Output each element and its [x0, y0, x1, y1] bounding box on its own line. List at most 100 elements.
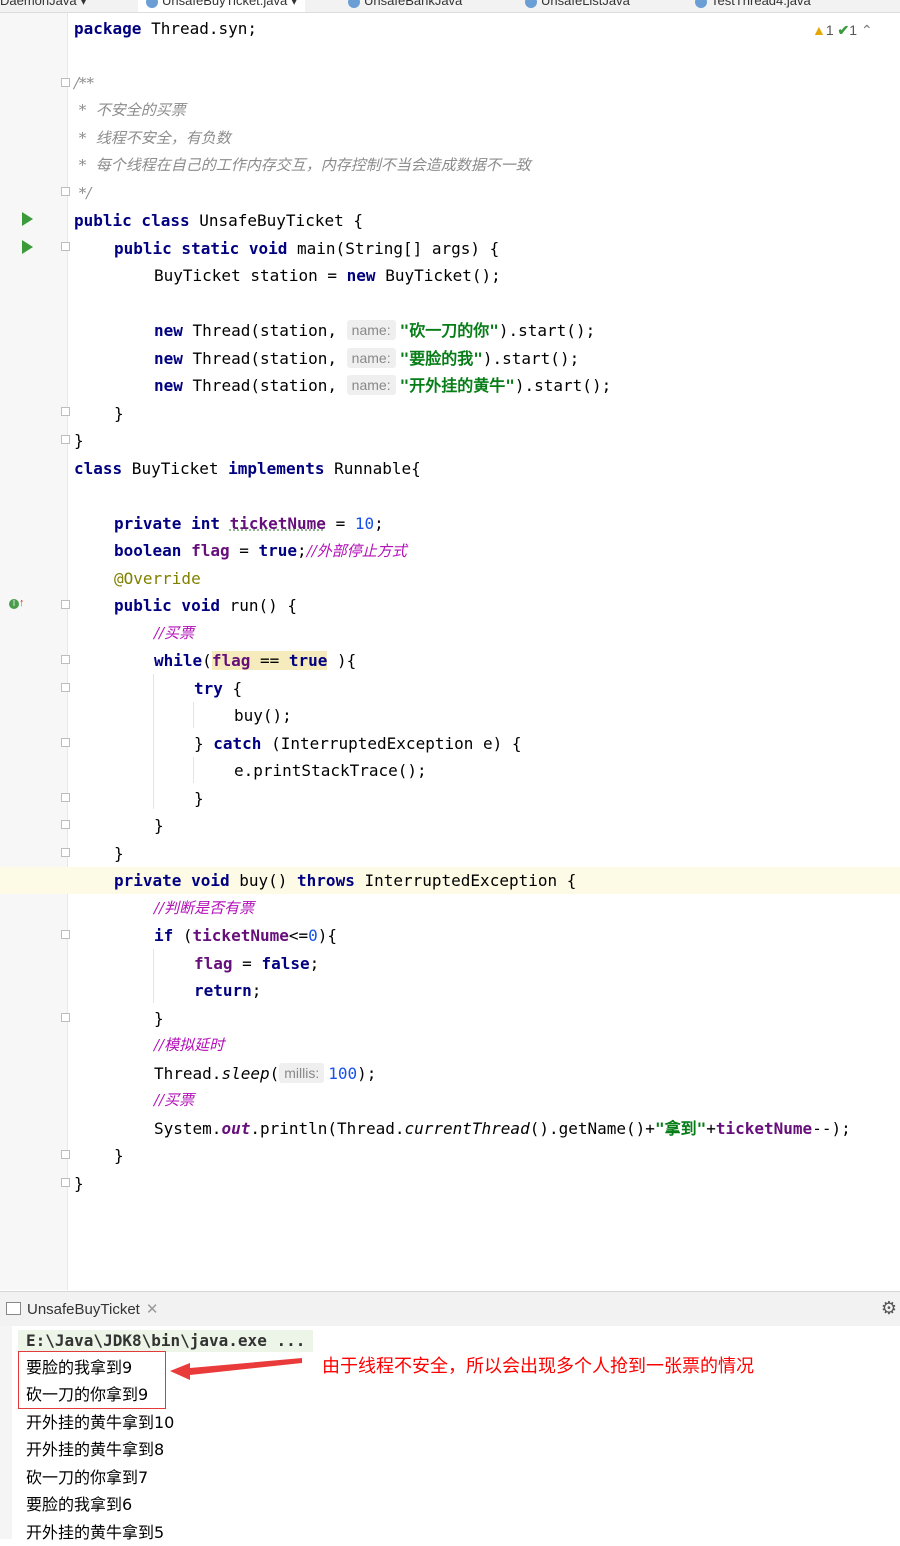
line-comment: //判断是否有票 [154, 899, 255, 917]
console-icon [6, 1302, 21, 1315]
code-text: ).start(); [498, 321, 596, 340]
code-text: ; [297, 541, 307, 560]
editor-tab-bar: DaemonJava ▾ UnsafeBuyTicket.java ▾ Unsa… [0, 0, 900, 13]
line-comment: //买票 [154, 1091, 195, 1109]
string-literal: "拿到" [654, 1119, 707, 1138]
code-text: --); [812, 1119, 851, 1138]
keyword: package [74, 19, 142, 38]
code-line: new Thread(station, name: "开外挂的黄牛").start… [154, 372, 611, 399]
string-literal: "开外挂的黄牛" [399, 376, 515, 395]
tab-label: TestThread4.java [711, 0, 811, 8]
code-line: boolean flag = true;//外部停止方式 [114, 537, 407, 564]
close-icon[interactable]: ✕ [146, 1301, 159, 1318]
code-text: UnsafeBuyTicket { [189, 211, 363, 230]
console-line: 要脸的我拿到6 [26, 1495, 133, 1514]
code-line: Thread.sleep(millis: 100); [154, 1060, 376, 1087]
code-line: System.out.println(Thread.currentThread(… [154, 1115, 851, 1142]
console-line: 砍一刀的你拿到7 [26, 1468, 149, 1487]
code-text: System. [154, 1119, 222, 1138]
code-line: public void run() { [114, 592, 297, 619]
code-text: InterruptedException { [354, 871, 577, 890]
highlight-box [18, 1351, 166, 1409]
code-text: ; [251, 981, 262, 1000]
keyword: while [154, 651, 203, 670]
keyword: class [74, 459, 123, 478]
line-comment: //外部停止方式 [306, 542, 407, 560]
code-text: ( [269, 1064, 280, 1083]
keyword: boolean [114, 541, 182, 560]
line-comment: //买票 [154, 624, 195, 642]
doc-comment-line: * 每个线程在自己的工作内存交互，内存控制不当会造成数据不一致 [74, 156, 531, 174]
keyword: true [258, 541, 298, 560]
console-line: 开外挂的黄牛拿到8 [26, 1440, 165, 1459]
code-line: } [154, 816, 164, 835]
code-line: flag = false; [194, 950, 319, 977]
code-editor[interactable]: package Thread.syn; /** * 不安全的买票 * 线程不安全… [68, 13, 900, 1290]
code-line: public static void main(String[] args) { [114, 235, 499, 262]
doc-comment-line: * 不安全的买票 [74, 101, 186, 119]
keyword: new [346, 266, 376, 285]
console-line: 开外挂的黄牛拿到5 [26, 1523, 165, 1542]
code-text: ){ [317, 926, 338, 945]
gear-icon[interactable]: ⚙ [881, 1298, 897, 1319]
keyword: private void [114, 871, 230, 890]
static-method: currentThread [404, 1119, 530, 1138]
code-line: return; [194, 977, 261, 1004]
code-text: BuyTicket(); [375, 266, 501, 285]
tab-unsafe-bank[interactable]: UnsafeBankJava [348, 0, 462, 12]
code-line: new Thread(station, name: "砍一刀的你").start(… [154, 317, 595, 344]
code-text: == [250, 651, 289, 670]
parameter-hint: name: [346, 375, 396, 395]
keyword: public class [74, 211, 190, 230]
code-text: buy() [229, 871, 298, 890]
run-class-icon[interactable] [22, 212, 33, 226]
code-text: { [222, 679, 243, 698]
run-tab-label: UnsafeBuyTicket [27, 1301, 140, 1318]
keyword: public void [114, 596, 220, 615]
annotation-note: 由于线程不安全，所以会出现多个人抢到一张票的情况 [322, 1356, 754, 1377]
tab-label: UnsafeBuyTicket.java [162, 0, 288, 8]
code-text: ); [357, 1064, 377, 1083]
keyword: throws [297, 871, 355, 890]
code-text: Thread(station, [182, 321, 347, 340]
tab-test-thread4[interactable]: TestThread4.java [695, 0, 811, 12]
field-name: flag [194, 954, 233, 973]
java-file-icon [146, 0, 158, 8]
keyword: try [194, 679, 223, 698]
code-line: package Thread.syn; [74, 15, 257, 42]
code-line: } [154, 1009, 164, 1028]
tab-unsafe-list[interactable]: UnsafeListJava [525, 0, 630, 12]
keyword: return [194, 981, 252, 1000]
console-command-line: E:\Java\JDK8\bin\java.exe ... [18, 1330, 314, 1352]
tab-daemon[interactable]: DaemonJava ▾ [0, 0, 87, 12]
code-text: main(String[] args) { [287, 239, 500, 258]
code-line: if (ticketNume<=0){ [154, 922, 337, 949]
tab-label: UnsafeBankJava [364, 0, 463, 8]
code-text: Thread(station, [182, 349, 347, 368]
code-line: } [114, 844, 124, 863]
code-line: try { [194, 675, 242, 702]
java-file-icon [695, 0, 707, 8]
code-text: Thread.syn; [141, 19, 258, 38]
run-main-icon[interactable] [22, 240, 33, 254]
code-text: = [229, 541, 259, 560]
code-line: public class UnsafeBuyTicket { [74, 207, 363, 234]
run-tab[interactable]: UnsafeBuyTicket ✕ [6, 1300, 158, 1318]
code-line: } [74, 431, 84, 450]
code-text: ( [173, 926, 193, 945]
annotation-override: @Override [114, 569, 201, 588]
code-line: } [194, 789, 204, 808]
code-line: while(flag == true ){ [154, 647, 356, 674]
implements-method-icon[interactable]: I ↑ [9, 597, 25, 609]
java-file-icon [348, 0, 360, 8]
field-name: ticketNume [192, 926, 289, 945]
keyword: implements [228, 459, 325, 478]
annotation-arrow-icon [170, 1358, 302, 1380]
line-comment: //模拟延时 [154, 1036, 225, 1054]
tab-unsafe-buy-ticket[interactable]: UnsafeBuyTicket.java ▾ [138, 0, 306, 12]
code-line: } [114, 404, 124, 423]
code-line: } catch (InterruptedException e) { [194, 730, 522, 757]
string-literal: "要脸的我" [399, 349, 483, 368]
keyword: catch [213, 734, 262, 753]
tab-label: UnsafeListJava [541, 0, 630, 8]
